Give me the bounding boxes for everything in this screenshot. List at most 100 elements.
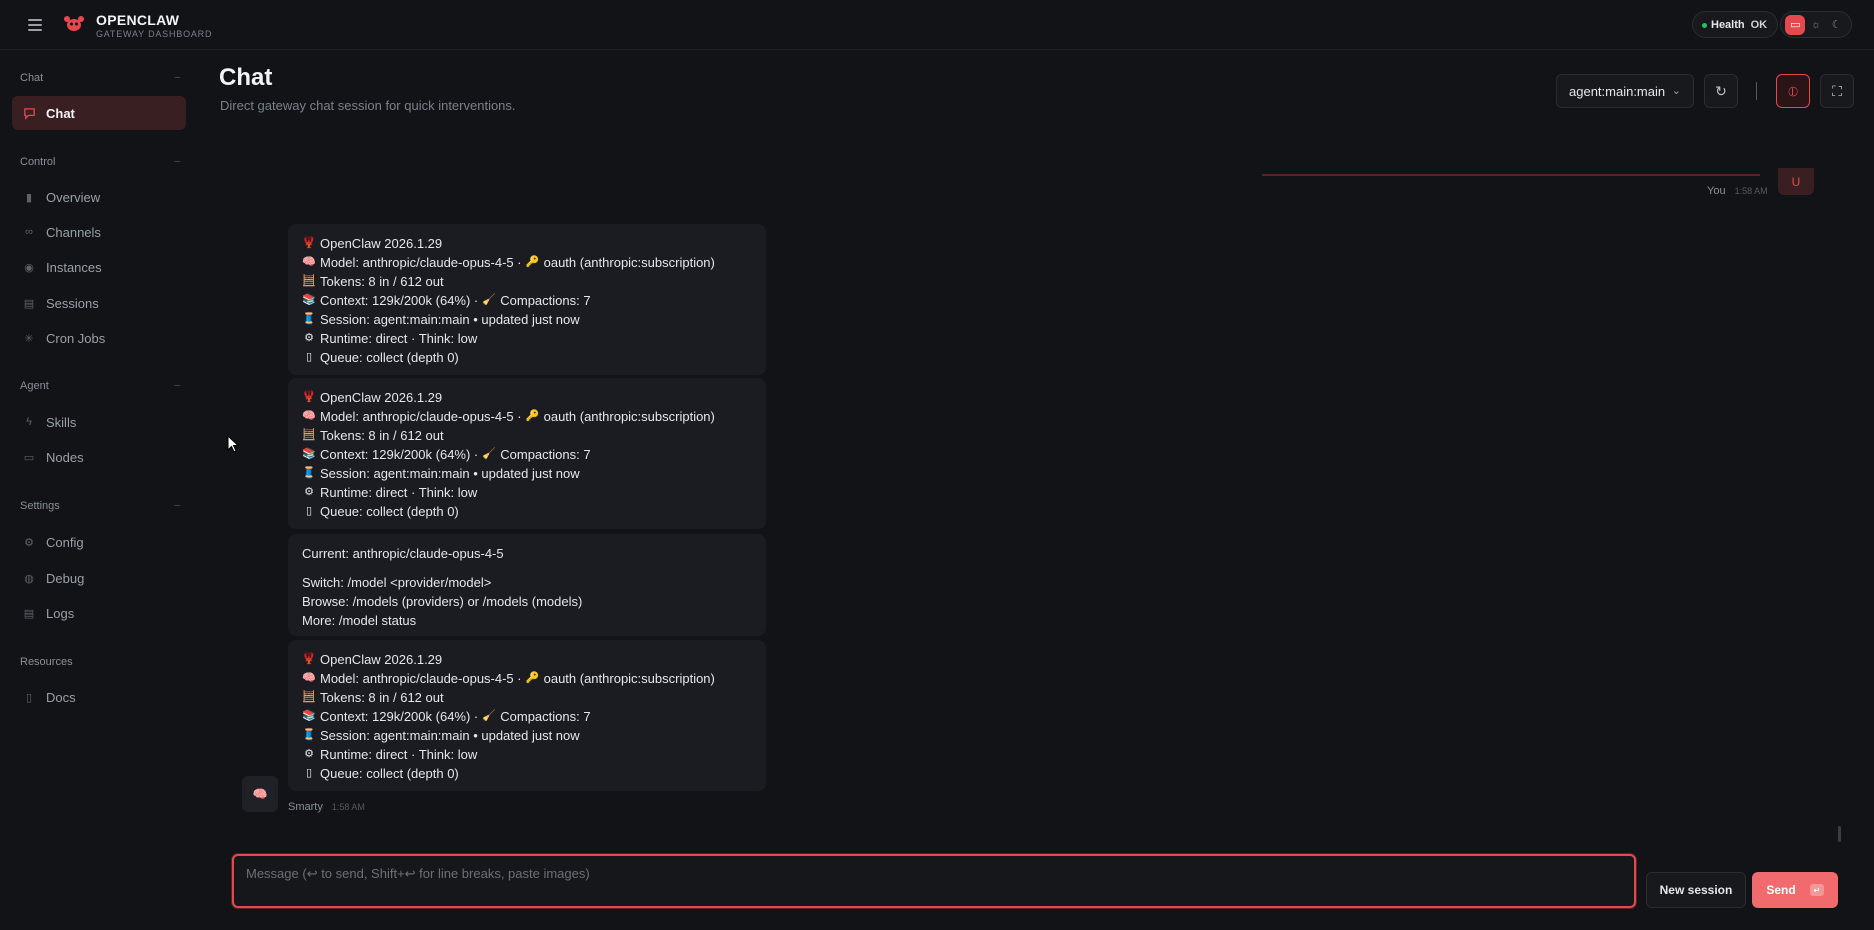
status-message-bubble: 🦞 OpenClaw 2026.1.29 🧠 Model: anthropic/cl… [288, 224, 766, 375]
enter-key-icon: ↵ [1809, 884, 1824, 896]
send-button[interactable]: Send ↵ [1752, 872, 1838, 908]
user-message-time: 1:58 AM [1734, 186, 1768, 196]
status-version: OpenClaw 2026.1.29 [320, 652, 443, 667]
health-label: Health [1711, 18, 1745, 31]
nav-group-chat[interactable]: Chat – [20, 72, 180, 84]
session-select[interactable]: agent:main:main ⌄ [1556, 74, 1694, 108]
status-runtime: Runtime: direct · Think: low [320, 331, 478, 346]
sidebar-item-cron-jobs[interactable]: ✳ Cron Jobs [12, 321, 186, 355]
scrollbar[interactable] [1838, 826, 1841, 842]
nav-group-title: Agent [20, 380, 49, 392]
moon-icon[interactable]: ☾ [1827, 15, 1847, 35]
status-tokens: Tokens: 8 in / 612 out [320, 274, 444, 289]
nav-group-settings[interactable]: Settings – [20, 500, 180, 512]
sidebar-item-debug[interactable]: ◍ Debug [12, 561, 186, 595]
broom-icon: 🧹 [482, 294, 497, 306]
nav-group-resources[interactable]: Resources [20, 656, 180, 668]
loader-icon: ✳ [24, 332, 34, 345]
bot-message-time: 1:58 AM [331, 802, 365, 812]
key-icon: 🔑 [525, 672, 540, 684]
top-bar: OPENCLAW GATEWAY DASHBOARD Health OK ▭ ☼… [0, 0, 1874, 50]
page-subtitle: Direct gateway chat session for quick in… [220, 98, 516, 113]
status-context: Context: 129k/200k (64%) · [320, 447, 479, 462]
sidebar-item-config[interactable]: ⚙ Config [12, 525, 186, 559]
list-item: ▯ Queue: collect (depth 0) [302, 502, 752, 521]
collapse-icon: – [174, 380, 180, 391]
monitor-theme-icon[interactable]: ▭ [1785, 14, 1806, 35]
status-model: Model: anthropic/claude-opus-4-5 · [320, 671, 522, 686]
list-item: 🧮 Tokens: 8 in / 612 out [302, 688, 752, 707]
sidebar-item-sessions[interactable]: ▤ Sessions [12, 286, 186, 320]
user-message-bubble [1262, 174, 1760, 176]
sidebar-item-nodes[interactable]: ▭ Nodes [12, 440, 186, 474]
sidebar-item-label: Debug [46, 570, 85, 586]
collapse-icon: – [174, 72, 180, 83]
status-tokens: Tokens: 8 in / 612 out [320, 690, 444, 705]
sidebar-item-logs[interactable]: ▤ Logs [12, 596, 186, 630]
message-input[interactable] [234, 856, 1634, 906]
user-author: You [1707, 185, 1726, 197]
theme-toggle: ▭ ☼ ☾ [1780, 11, 1852, 38]
message-composer [232, 854, 1636, 908]
status-auth: oauth (anthropic:subscription) [543, 255, 715, 270]
status-version: OpenClaw 2026.1.29 [320, 236, 443, 251]
nav-group-control[interactable]: Control – [20, 156, 180, 168]
lobster-icon: 🦞 [302, 391, 316, 403]
nav-group-agent[interactable]: Agent – [20, 380, 180, 392]
brand-name: OPENCLAW [96, 12, 180, 28]
list-item: ⚙ Runtime: direct · Think: low [302, 483, 752, 502]
status-compactions: Compactions: 7 [500, 447, 591, 462]
message-icon [22, 106, 36, 120]
collapse-icon: – [174, 500, 180, 511]
sun-icon[interactable]: ☼ [1806, 15, 1826, 35]
status-session: Session: agent:main:main • updated just … [320, 728, 580, 743]
sidebar-item-skills[interactable]: ϟ Skills [12, 405, 186, 439]
list-item: ⚙ Runtime: direct · Think: low [302, 329, 752, 348]
collapse-icon: – [174, 156, 180, 167]
list-item: ▯ Queue: collect (depth 0) [302, 764, 752, 783]
health-status: OK [1750, 18, 1768, 31]
sidebar-item-chat[interactable]: Chat [12, 96, 186, 130]
lightning-icon: ϟ [26, 416, 32, 428]
thread-icon: 🧵 [302, 313, 316, 325]
list-item: ▯ Queue: collect (depth 0) [302, 348, 752, 367]
list-item: 🦞 OpenClaw 2026.1.29 [302, 388, 752, 407]
books-icon: 📚 [302, 710, 316, 722]
sidebar-item-instances[interactable]: ◉ Instances [12, 250, 186, 284]
session-select-value: agent:main:main [1569, 83, 1666, 99]
sidebar: Chat – Chat Control – ▮ Overview ∞ Channel… [0, 50, 196, 930]
send-label: Send [1766, 883, 1796, 897]
sidebar-item-label: Cron Jobs [46, 330, 106, 346]
status-queue: Queue: collect (depth 0) [320, 504, 459, 519]
status-tokens: Tokens: 8 in / 612 out [320, 428, 444, 443]
model-browse-hint: Browse: /models (providers) or /models (… [302, 594, 583, 609]
bot-message-meta: Smarty 1:58 AM [288, 801, 365, 813]
list-item: 🧮 Tokens: 8 in / 612 out [302, 426, 752, 445]
nav-group-title: Resources [20, 656, 73, 668]
sidebar-item-channels[interactable]: ∞ Channels [12, 215, 186, 249]
brain-icon: 🧠 [302, 410, 316, 422]
sidebar-item-label: Logs [46, 605, 75, 621]
document-icon: ▤ [23, 297, 35, 310]
sidebar-item-docs[interactable]: ▯ Docs [12, 680, 186, 714]
list-item: 📚 Context: 129k/200k (64%) · 🧹 Compactions:… [302, 707, 752, 726]
list-item: 🧠 Model: anthropic/claude-opus-4-5 · 🔑 oaut… [302, 669, 752, 688]
user-avatar: U [1778, 168, 1814, 195]
sidebar-item-label: Skills [46, 414, 77, 430]
menu-icon[interactable] [24, 14, 46, 36]
focus-mode-button[interactable]: ⛶ [1820, 74, 1854, 108]
monitor-icon: ▭ [23, 451, 35, 464]
brand: OPENCLAW GATEWAY DASHBOARD [96, 12, 212, 39]
sidebar-item-label: Chat [46, 105, 75, 121]
status-auth: oauth (anthropic:subscription) [543, 671, 715, 686]
refresh-button[interactable]: ↻ [1704, 74, 1738, 108]
status-context: Context: 129k/200k (64%) · [320, 293, 479, 308]
sidebar-item-label: Overview [46, 189, 101, 205]
list-item: 📚 Context: 129k/200k (64%) · 🧹 Compactions:… [302, 291, 752, 310]
gear-icon: ⚙ [304, 486, 314, 498]
list-item: 🧠 Model: anthropic/claude-opus-4-5 · 🔑 oaut… [302, 407, 752, 426]
thinking-toggle-button[interactable]: ⦶ [1776, 74, 1810, 108]
sidebar-item-overview[interactable]: ▮ Overview [12, 180, 186, 214]
list-item: ⚙ Runtime: direct · Think: low [302, 745, 752, 764]
new-session-button[interactable]: New session [1646, 872, 1746, 908]
